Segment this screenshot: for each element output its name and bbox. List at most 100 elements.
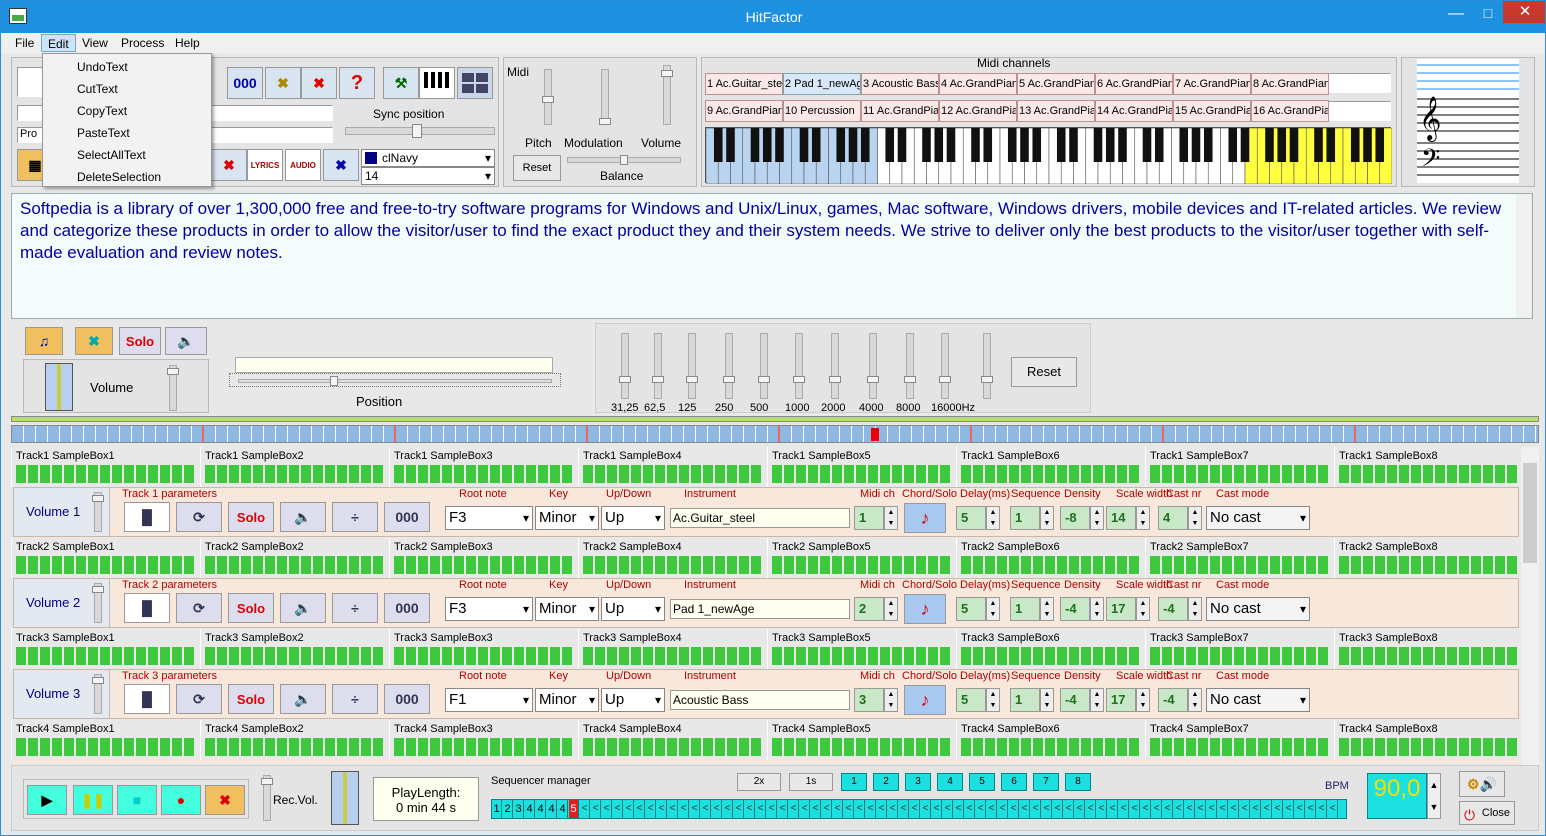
sequencer-cell-empty[interactable]: < [833,800,843,818]
midi-ch-spin[interactable]: 1 [854,506,884,530]
sequencer-cell-empty[interactable]: < [1163,800,1173,818]
root-note-combo[interactable]: F1 [445,688,533,712]
piano-black-key[interactable] [1265,128,1274,162]
midi-channel-box[interactable]: 8 Ac.GrandPiano [1251,73,1329,95]
sample-box[interactable]: Track3 SampleBox8 [1334,629,1521,669]
sample-steps[interactable] [394,738,574,756]
position-field[interactable] [235,357,553,373]
midi-channel-box[interactable]: 7 Ac.GrandPiano [1173,73,1251,95]
sample-steps[interactable] [394,465,574,483]
delay-spin[interactable]: 5 [956,506,986,530]
divide-icon-button[interactable]: ÷ [332,684,378,714]
sequencer-cell-empty[interactable]: < [811,800,821,818]
size-combo[interactable]: 14 [361,167,495,185]
sample-steps[interactable] [772,738,952,756]
midi-channel-box[interactable]: 6 Ac.GrandPiano [1095,73,1173,95]
sequencer-cell-empty[interactable]: < [1152,800,1162,818]
midi-channel-box[interactable]: 12 Ac.GrandPiano [939,100,1017,122]
sequencer-cell-empty[interactable]: < [1119,800,1129,818]
sequencer-cell-empty[interactable]: < [1262,800,1272,818]
solo-icon-button[interactable]: Solo [228,684,274,714]
sequencer-button[interactable]: 7 [1033,773,1059,791]
sequencer-cell-empty[interactable]: < [1317,800,1327,818]
piano-black-key[interactable] [848,128,858,162]
sequencer-cell[interactable]: 4 [525,800,535,818]
sequence-spin-arrows[interactable]: ▲ ▼ [1040,597,1054,621]
pause-button[interactable]: ❚❚ [73,785,113,815]
chord-solo-button[interactable]: ♪ [904,685,946,715]
sequencer-button[interactable]: 3 [905,773,931,791]
cross-blue-button[interactable]: ✖ [323,149,359,181]
sequencer-cell-empty[interactable]: < [1042,800,1052,818]
midi-ch-spin[interactable]: 3 [854,688,884,712]
divide-icon-button[interactable]: ÷ [332,502,378,532]
eq-master-slider[interactable] [981,333,993,399]
sequencer-button[interactable]: 1s [789,773,833,791]
sequencer-cell-empty[interactable]: < [778,800,788,818]
sample-box[interactable]: Track4 SampleBox5 [767,720,954,760]
sequencer-cell-empty[interactable]: < [679,800,689,818]
sample-steps[interactable] [961,647,1141,665]
sample-box[interactable]: Track2 SampleBox2 [200,538,387,578]
midi-channel-box[interactable]: 15 Ac.GrandPiano [1173,100,1251,122]
piano-black-key[interactable] [1228,128,1238,162]
sequencer-cell-empty[interactable]: < [976,800,986,818]
sample-box[interactable]: Track3 SampleBox6 [956,629,1143,669]
sequencer-cell-empty[interactable]: < [624,800,634,818]
sequencer-cell-empty[interactable]: < [1141,800,1151,818]
menu-edit[interactable]: Edit [41,34,76,52]
chord-solo-button[interactable]: ♪ [904,594,946,624]
record-button[interactable]: ● [161,785,201,815]
piano-mute-icon-button[interactable]: █ [124,684,170,714]
scale-width-spin[interactable]: 14 [1106,506,1136,530]
piano-black-key[interactable] [1154,128,1164,162]
timeline-bar[interactable] [11,425,1539,443]
sequencer-cell-empty[interactable]: < [899,800,909,818]
sequence-spin[interactable]: 1 [1010,688,1040,712]
bpm-spinner[interactable]: ▲ ▼ [1427,773,1441,819]
sequencer-cell-empty[interactable]: < [921,800,931,818]
midi-ch-spin-arrows[interactable]: ▲ ▼ [884,597,898,621]
sample-steps[interactable] [16,556,196,574]
sequencer-cell-empty[interactable]: < [657,800,667,818]
sequencer-cell-empty[interactable]: < [800,800,810,818]
solo-icon-button[interactable]: Solo [228,593,274,623]
eq-band-slider[interactable] [723,333,735,399]
channel-field-1[interactable] [1325,73,1391,93]
sequencer-cell-empty[interactable]: < [690,800,700,818]
lyrics-audio-button[interactable]: LYRICS [247,149,283,181]
sequencer-cell-empty[interactable]: < [1086,800,1096,818]
sample-box[interactable]: Track1 SampleBox2 [200,447,387,487]
scale-width-spin-arrows[interactable]: ▲ ▼ [1136,506,1150,530]
piano-black-key[interactable] [1277,128,1287,162]
rec-cancel-button[interactable]: ✖ [205,785,245,815]
sequence-spin-arrows[interactable]: ▲ ▼ [1040,688,1054,712]
sequencer-cell-empty[interactable]: < [998,800,1008,818]
piano-mute-icon-button[interactable]: █ [124,502,170,532]
sequencer-button[interactable]: 8 [1065,773,1091,791]
piano-black-key[interactable] [971,128,980,162]
pitch-slider[interactable] [542,69,554,125]
sample-steps[interactable] [583,647,763,665]
cast-mode-combo[interactable]: No cast [1206,688,1310,712]
eq-band-slider[interactable] [619,333,631,399]
sample-box[interactable]: Track2 SampleBox7 [1145,538,1332,578]
piano-black-key[interactable] [1350,128,1360,162]
menu-process[interactable]: Process [115,34,170,52]
track-counter-button[interactable]: 000 [384,684,430,714]
sample-box[interactable]: Track3 SampleBox7 [1145,629,1332,669]
track-volume-slider[interactable] [92,492,104,532]
density-spin-arrows[interactable]: ▲ ▼ [1090,688,1104,712]
tracks-scrollbar[interactable] [1521,447,1539,765]
sample-steps[interactable] [1339,556,1519,574]
sample-steps[interactable] [1150,647,1330,665]
sample-steps[interactable] [205,647,385,665]
sample-box[interactable]: Track1 SampleBox1 [11,447,198,487]
sequencer-cell[interactable]: 1 [492,800,502,818]
sample-box[interactable]: Track4 SampleBox3 [389,720,576,760]
player-volume-slider[interactable] [167,365,179,411]
delay-spin[interactable]: 5 [956,597,986,621]
midi-channel-box[interactable]: 2 Pad 1_newAge [783,73,861,95]
sample-box[interactable]: Track4 SampleBox4 [578,720,765,760]
sequencer-button[interactable]: 4 [937,773,963,791]
